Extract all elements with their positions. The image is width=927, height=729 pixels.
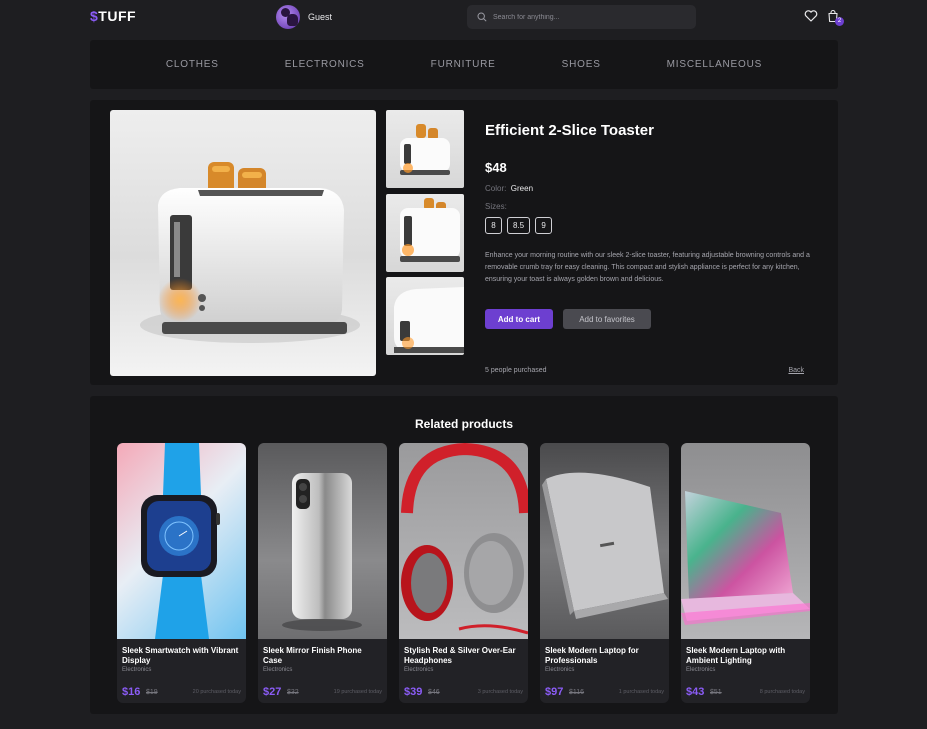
sizes-label: Sizes: (485, 202, 507, 211)
product-card[interactable]: Stylish Red & Silver Over-Ear Headphones… (399, 443, 528, 703)
product-card-price: $97 (545, 686, 564, 698)
product-card-image (258, 443, 387, 639)
product-card-name: Sleek Modern Laptop with Ambient Lightin… (686, 646, 786, 665)
category-nav: CLOTHES ELECTRONICS FURNITURE SHOES MISC… (90, 40, 838, 89)
size-option[interactable]: 8.5 (507, 217, 531, 234)
product-card-sold: 20 purchased today (192, 689, 241, 695)
color-value: Green (510, 184, 534, 193)
category-clothes[interactable]: CLOTHES (133, 59, 252, 70)
avatar (276, 5, 300, 29)
cart-count-badge: 2 (835, 17, 844, 26)
product-card-image (399, 443, 528, 639)
product-card[interactable]: Sleek Smartwatch with Vibrant Display El… (117, 443, 246, 703)
product-color: Color: Green (485, 184, 533, 193)
product-title: Efficient 2-Slice Toaster (485, 122, 654, 139)
product-card-name: Stylish Red & Silver Over-Ear Headphones (404, 646, 516, 665)
related-products: Related products Sleek Smartwatch with V… (90, 396, 838, 714)
favorites-heart-icon[interactable] (804, 9, 818, 23)
product-card-price: $43 (686, 686, 705, 698)
product-card-sold: 8 purchased today (759, 689, 805, 695)
add-to-favorites-button[interactable]: Add to favorites (563, 309, 651, 329)
product-card-price: $39 (404, 686, 423, 698)
product-description: Enhance your morning routine with our sl… (485, 252, 810, 283)
product-price: $48 (485, 160, 507, 175)
add-to-cart-button[interactable]: Add to cart (485, 309, 553, 329)
top-header: $TUFF Guest 2 (90, 0, 844, 34)
product-card-old-price: $116 (569, 689, 585, 696)
product-card-price: $27 (263, 686, 282, 698)
purchase-count: 5 people purchased (485, 367, 547, 374)
cart-button[interactable]: 2 (826, 9, 844, 26)
product-card-price: $16 (122, 686, 141, 698)
site-logo[interactable]: $TUFF (90, 8, 136, 24)
related-title: Related products (414, 417, 513, 431)
product-card-image (540, 443, 669, 639)
product-main-image (110, 110, 376, 376)
size-options: 8 8.5 9 (485, 217, 553, 234)
product-card-old-price: $51 (710, 689, 722, 696)
search-icon (477, 12, 487, 22)
product-card[interactable]: Sleek Modern Laptop with Ambient Lightin… (681, 443, 810, 703)
product-detail: Efficient 2-Slice Toaster $48 Color: Gre… (90, 100, 838, 385)
product-card-old-price: $46 (428, 689, 440, 696)
product-card-category: Electronics (122, 667, 152, 673)
product-thumbnail[interactable] (386, 277, 464, 355)
product-card-sold: 3 purchased today (477, 689, 523, 695)
product-card-category: Electronics (404, 667, 434, 673)
search-bar (467, 5, 696, 29)
category-electronics[interactable]: ELECTRONICS (252, 59, 398, 70)
product-card-category: Electronics (686, 667, 716, 673)
product-card-sold: 19 purchased today (333, 689, 382, 695)
product-card-sold: 1 purchased today (618, 689, 664, 695)
size-option[interactable]: 9 (535, 217, 553, 234)
user-name: Guest (308, 12, 333, 22)
product-card-category: Electronics (263, 667, 293, 673)
product-card-name: Sleek Modern Laptop for Professionals (545, 646, 639, 665)
search-input[interactable] (493, 13, 683, 21)
category-miscellaneous[interactable]: MISCELLANEOUS (634, 59, 795, 70)
product-card[interactable]: Sleek Mirror Finish Phone Case Electroni… (258, 443, 387, 703)
product-card-name: Sleek Mirror Finish Phone Case (263, 646, 362, 665)
product-info: Efficient 2-Slice Toaster $48 Color: Gre… (485, 100, 825, 385)
product-card-category: Electronics (545, 667, 575, 673)
size-option[interactable]: 8 (485, 217, 502, 234)
product-card-old-price: $32 (287, 689, 299, 696)
product-card-image (681, 443, 810, 639)
color-label: Color: (485, 184, 507, 193)
product-thumbnail[interactable] (386, 194, 464, 272)
category-shoes[interactable]: SHOES (529, 59, 634, 70)
product-card[interactable]: Sleek Modern Laptop for Professionals El… (540, 443, 669, 703)
category-furniture[interactable]: FURNITURE (398, 59, 529, 70)
back-link[interactable]: Back (788, 367, 804, 374)
product-thumbnail[interactable] (386, 110, 464, 188)
product-card-name: Sleek Smartwatch with Vibrant Display (122, 646, 239, 665)
product-card-image (117, 443, 246, 639)
user-profile[interactable]: Guest (276, 5, 332, 29)
product-card-old-price: $19 (146, 689, 158, 696)
